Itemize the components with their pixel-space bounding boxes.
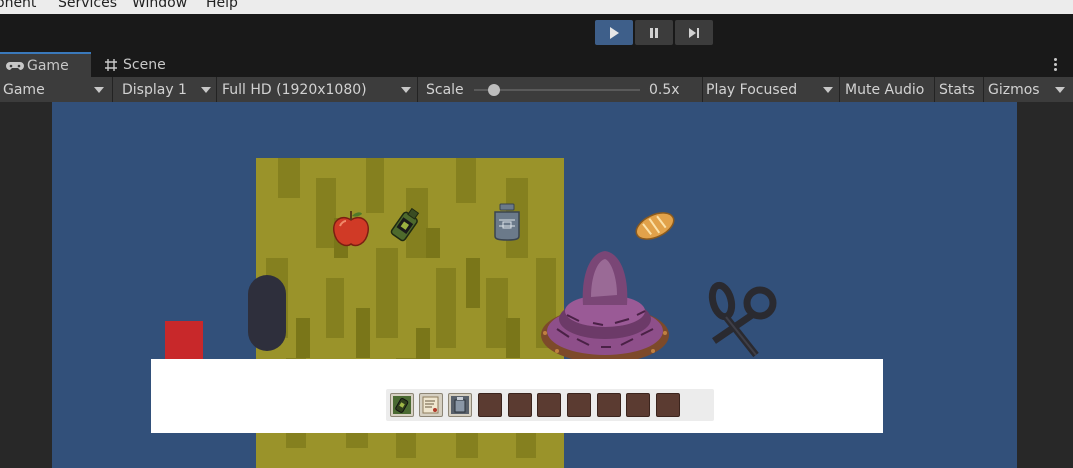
pause-icon	[650, 27, 658, 38]
play-button[interactable]	[595, 20, 633, 45]
scale-control: Scale 0.5x	[418, 77, 703, 102]
pause-button[interactable]	[635, 20, 673, 45]
menu-item-window[interactable]: Window	[132, 0, 187, 11]
inventory-slot-8[interactable]	[597, 393, 621, 417]
bread-icon[interactable]	[632, 208, 678, 244]
red-block-object[interactable]	[165, 321, 203, 359]
tab-scene[interactable]: Scene	[100, 52, 180, 77]
inventory-bar	[386, 389, 714, 421]
tab-game[interactable]: Game	[0, 52, 91, 77]
mute-audio-label: Mute Audio	[845, 81, 925, 98]
inventory-slot-5[interactable]	[508, 393, 532, 417]
inventory-slot-6[interactable]	[537, 393, 561, 417]
scroll-icon	[422, 396, 439, 414]
scale-value: 0.5x	[649, 81, 680, 98]
stats-toggle[interactable]: Stats	[935, 77, 984, 102]
display-value: Display 1	[122, 81, 187, 98]
chevron-down-icon	[1055, 87, 1065, 93]
play-icon	[610, 26, 619, 39]
chevron-down-icon	[94, 87, 104, 93]
view-mode-dropdown[interactable]: Game	[0, 77, 113, 102]
inventory-slot-4[interactable]	[478, 393, 502, 417]
chevron-down-icon	[823, 87, 833, 93]
scissors-icon[interactable]	[706, 279, 780, 359]
menu-item-services[interactable]: Services	[58, 0, 117, 11]
game-view-toolbar: Game Display 1 Full HD (1920x1080) Scale…	[0, 77, 1073, 102]
inventory-panel	[151, 359, 883, 433]
scale-slider-handle[interactable]	[487, 84, 500, 96]
play-mode-value: Play Focused	[706, 81, 798, 98]
game-canvas[interactable]	[52, 102, 1017, 468]
scale-label: Scale	[426, 81, 464, 98]
game-viewport	[0, 102, 1073, 468]
view-mode-value: Game	[3, 81, 45, 98]
gizmos-dropdown[interactable]	[1048, 77, 1073, 102]
jar-icon	[451, 396, 469, 414]
chevron-down-icon	[201, 87, 211, 93]
inventory-slot-10[interactable]	[656, 393, 680, 417]
resolution-dropdown[interactable]: Full HD (1920x1080)	[217, 77, 418, 102]
play-mode-dropdown[interactable]: Play Focused	[703, 77, 840, 102]
inventory-slot-9[interactable]	[626, 393, 650, 417]
stats-label: Stats	[939, 81, 975, 98]
scale-slider-track[interactable]	[474, 84, 640, 96]
gamepad-icon	[6, 61, 24, 70]
bottle-icon[interactable]	[386, 204, 426, 244]
menu-item-help[interactable]: Help	[206, 0, 238, 11]
resolution-value: Full HD (1920x1080)	[222, 81, 367, 98]
mute-audio-toggle[interactable]: Mute Audio	[840, 77, 935, 102]
display-dropdown[interactable]: Display 1	[113, 77, 217, 102]
chevron-down-icon	[401, 87, 411, 93]
gizmos-toggle[interactable]: Gizmos	[984, 77, 1048, 102]
thorn-nest-icon[interactable]	[537, 247, 673, 373]
inventory-slot-7[interactable]	[567, 393, 591, 417]
inventory-slot-3[interactable]	[448, 393, 472, 417]
apple-icon[interactable]	[330, 208, 372, 250]
grid-hash-icon	[105, 58, 117, 71]
capsule-object[interactable]	[248, 275, 286, 351]
jar-icon[interactable]	[490, 202, 524, 242]
inventory-slot-2[interactable]	[419, 393, 443, 417]
tab-game-label: Game	[27, 57, 69, 74]
kebab-menu-icon[interactable]	[1054, 58, 1058, 71]
tab-bar: Game Scene	[0, 52, 1073, 77]
gizmos-label: Gizmos	[988, 81, 1040, 98]
menu-item-component[interactable]: onent	[0, 0, 36, 11]
play-toolbar	[0, 14, 1073, 52]
menu-bar: onent Services Window Help	[0, 0, 1073, 14]
tab-scene-label: Scene	[123, 56, 166, 73]
step-button[interactable]	[675, 20, 713, 45]
inventory-slot-1[interactable]	[390, 393, 414, 417]
step-icon	[689, 27, 699, 38]
bottle-icon	[393, 396, 411, 414]
viewport-margin	[1017, 102, 1073, 468]
